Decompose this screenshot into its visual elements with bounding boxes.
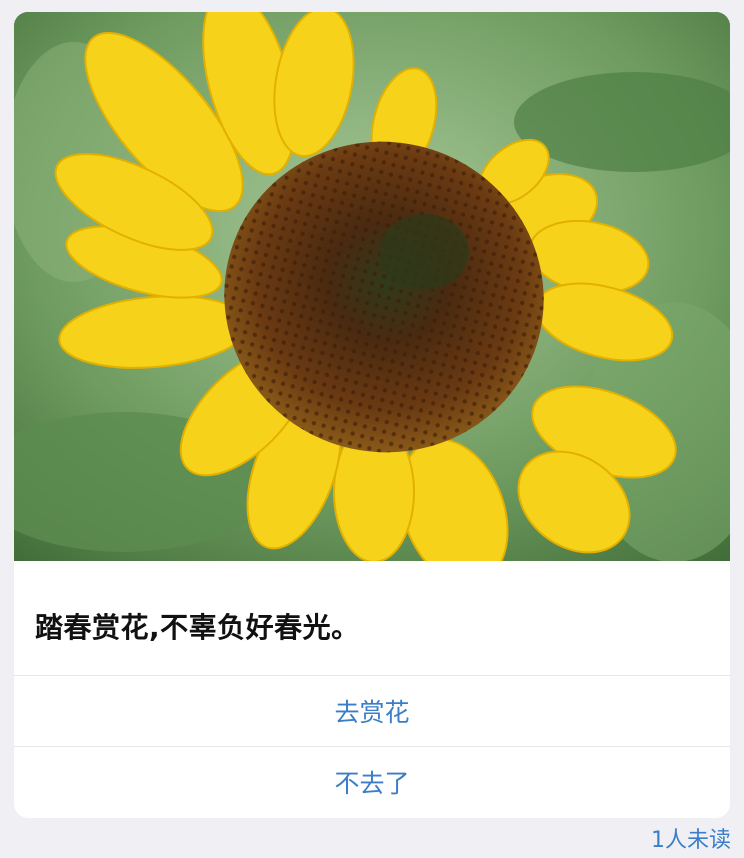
sunflower-illustration	[14, 12, 730, 561]
not-going-button[interactable]: 不去了	[14, 747, 730, 817]
read-status: 1人未读	[651, 828, 731, 853]
message-card[interactable]: 踏春赏花,不辜负好春光。 去赏花 不去了	[14, 12, 730, 818]
chat-screen: 踏春赏花,不辜负好春光。 去赏花 不去了 1人未读	[0, 0, 744, 858]
sunflower-photo[interactable]	[14, 12, 730, 561]
message-text: 踏春赏花,不辜负好春光。	[35, 611, 360, 644]
go-view-flowers-button[interactable]: 去赏花	[14, 676, 730, 746]
disc-center	[379, 214, 469, 290]
